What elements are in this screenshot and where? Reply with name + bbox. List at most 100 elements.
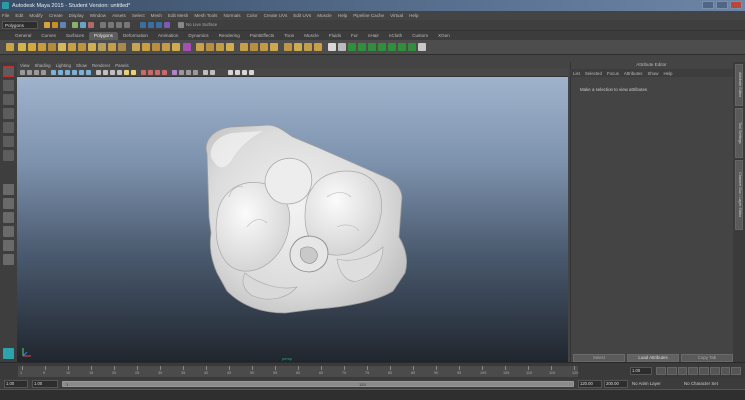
- unfold-icon[interactable]: [398, 43, 406, 51]
- wireframe-on-shaded-icon[interactable]: [110, 70, 115, 75]
- panel-menu-shading[interactable]: Shading: [34, 63, 50, 68]
- play-backwards-button[interactable]: [688, 367, 698, 375]
- anti-aliasing-icon[interactable]: [155, 70, 160, 75]
- layout-uvs-icon[interactable]: [408, 43, 416, 51]
- image-plane-icon[interactable]: [41, 70, 46, 75]
- current-frame-field[interactable]: 1.00: [630, 367, 652, 375]
- rotate-tool-icon[interactable]: [3, 122, 14, 133]
- menu-virtual-18[interactable]: Virtual: [390, 13, 403, 18]
- outliner-layout-icon[interactable]: [3, 254, 14, 265]
- menu-help-16[interactable]: Help: [338, 13, 347, 18]
- close-button[interactable]: [730, 1, 742, 9]
- select-object-icon[interactable]: [80, 22, 86, 28]
- command-line[interactable]: [0, 389, 745, 400]
- snap-curve-icon[interactable]: [108, 22, 114, 28]
- field-chart-icon[interactable]: [79, 70, 84, 75]
- playback-end-field[interactable]: 120.00: [578, 380, 602, 388]
- separate-icon[interactable]: [142, 43, 150, 51]
- shelf-tab-animation[interactable]: Animation: [153, 32, 183, 40]
- go-to-start-button[interactable]: [656, 367, 666, 375]
- persp-graph-layout-icon[interactable]: [3, 226, 14, 237]
- select-button[interactable]: Select: [573, 354, 625, 362]
- panel-menu-renderer[interactable]: Renderer: [92, 63, 110, 68]
- color-management-icon[interactable]: [228, 70, 233, 75]
- insert-edge-loop-icon[interactable]: [250, 43, 258, 51]
- menu-window-5[interactable]: Window: [90, 13, 106, 18]
- shelf-tab-xgen[interactable]: XGen: [433, 32, 455, 40]
- shelf-tab-deformation[interactable]: Deformation: [118, 32, 153, 40]
- xray-components-icon[interactable]: [193, 70, 198, 75]
- bevel-icon[interactable]: [270, 43, 278, 51]
- shelf-tab-toon[interactable]: Toon: [279, 32, 299, 40]
- reduce-icon[interactable]: [328, 43, 336, 51]
- shelf-tab-ncloth[interactable]: nCloth: [384, 32, 407, 40]
- textured-icon[interactable]: [117, 70, 122, 75]
- menu-modify-2[interactable]: Modify: [29, 13, 43, 18]
- shelf-tab-painteffects[interactable]: PaintEffects: [245, 32, 279, 40]
- offset-edge-loop-icon[interactable]: [260, 43, 268, 51]
- shelf-tab-surfaces[interactable]: Surfaces: [61, 32, 89, 40]
- fill-hole-icon[interactable]: [226, 43, 234, 51]
- attr-menu-selected[interactable]: Selected: [585, 71, 602, 76]
- perspective-viewport[interactable]: [17, 77, 568, 362]
- tab-channel-box[interactable]: Channel Box / Layer Editor: [735, 160, 743, 230]
- animation-start-field[interactable]: 1.00: [4, 380, 28, 388]
- shelf-tab-fur[interactable]: Fur: [346, 32, 363, 40]
- step-back-key-button[interactable]: [666, 367, 677, 375]
- menu-help-19[interactable]: Help: [409, 13, 418, 18]
- menu-select-7[interactable]: Select: [132, 13, 145, 18]
- sculpt-icon[interactable]: [183, 43, 191, 51]
- shelf-tab-custom[interactable]: Custom: [407, 32, 433, 40]
- timeline[interactable]: 1 5 10 15 20 25 30 35 40 45 50 55 60 65 70 75 80 85 90 95 10…: [18, 366, 578, 377]
- play-forwards-button[interactable]: [699, 367, 709, 375]
- panel-menu-lighting[interactable]: Lighting: [56, 63, 71, 68]
- minimize-button[interactable]: [702, 1, 714, 9]
- save-scene-icon[interactable]: [60, 22, 66, 28]
- render-view-icon[interactable]: [140, 22, 146, 28]
- uv-editor-icon[interactable]: [348, 43, 356, 51]
- menu-edit-1[interactable]: Edit: [15, 13, 23, 18]
- panel-menu-view[interactable]: View: [20, 63, 29, 68]
- range-slider[interactable]: 1 120: [62, 381, 574, 387]
- menu-display-4[interactable]: Display: [69, 13, 84, 18]
- wireframe-icon[interactable]: [96, 70, 101, 75]
- menu-color-12[interactable]: Color: [247, 13, 258, 18]
- tab-attribute-editor[interactable]: Attribute Editor: [735, 64, 743, 106]
- scale-tool-icon[interactable]: [3, 136, 14, 147]
- magnet-icon[interactable]: [178, 22, 184, 28]
- boolean-icon[interactable]: [172, 43, 180, 51]
- mesh-model[interactable]: [205, 124, 407, 314]
- menu-muscle-15[interactable]: Muscle: [317, 13, 332, 18]
- panel-menu-show[interactable]: Show: [76, 63, 87, 68]
- attr-menu-list[interactable]: List: [573, 71, 580, 76]
- menu-file-0[interactable]: File: [2, 13, 9, 18]
- render-frame-icon[interactable]: [148, 22, 154, 28]
- render-settings-icon[interactable]: [164, 22, 170, 28]
- exposure-icon[interactable]: [210, 70, 215, 75]
- wedge-icon[interactable]: [304, 43, 312, 51]
- menu-mesh-tools-10[interactable]: Mesh Tools: [194, 13, 217, 18]
- smooth-shade-icon[interactable]: [103, 70, 108, 75]
- shelf-tab-rendering[interactable]: Rendering: [214, 32, 245, 40]
- extract-icon[interactable]: [152, 43, 160, 51]
- poly-cone-icon[interactable]: [48, 43, 56, 51]
- panel-menu-panels[interactable]: Panels: [115, 63, 128, 68]
- shelf-tab-general[interactable]: General: [10, 32, 36, 40]
- animation-end-field[interactable]: 200.00: [604, 380, 628, 388]
- move-tool-icon[interactable]: [3, 108, 14, 119]
- combine-icon[interactable]: [132, 43, 140, 51]
- extrude-icon[interactable]: [196, 43, 204, 51]
- attr-menu-help[interactable]: Help: [663, 71, 672, 76]
- select-hierarchy-icon[interactable]: [72, 22, 78, 28]
- maximize-button[interactable]: [716, 1, 728, 9]
- menu-normals-11[interactable]: Normals: [223, 13, 240, 18]
- load-attributes-button[interactable]: Load Attributes: [627, 354, 679, 362]
- grid-toggle-icon[interactable]: [51, 70, 56, 75]
- snap-point-icon[interactable]: [116, 22, 122, 28]
- poly-plane-icon[interactable]: [58, 43, 66, 51]
- playback-start-field[interactable]: 1.00: [32, 380, 58, 388]
- append-polygon-icon[interactable]: [216, 43, 224, 51]
- xray-joints-icon[interactable]: [186, 70, 191, 75]
- menu-assets-6[interactable]: Assets: [112, 13, 126, 18]
- poly-helix-icon[interactable]: [108, 43, 116, 51]
